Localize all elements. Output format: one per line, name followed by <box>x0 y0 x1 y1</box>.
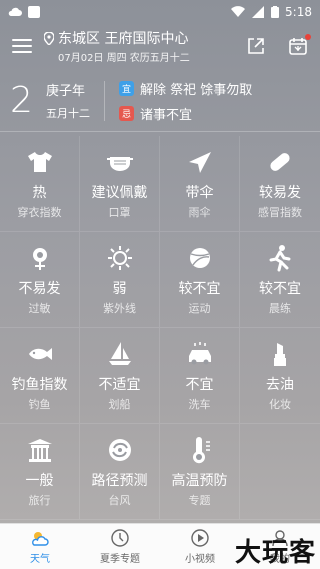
mask-icon <box>106 156 133 171</box>
ball-icon <box>189 247 210 268</box>
index-item-boating[interactable]: 不适宜 划船 <box>80 328 160 424</box>
yi-text: 解除 祭祀 馀事勿取 <box>140 82 253 98</box>
status-bar: 5:18 <box>0 0 320 24</box>
signal-icon <box>252 6 265 18</box>
summer-topic-icon <box>111 529 129 547</box>
umbrella-icon <box>188 151 211 173</box>
pill-icon <box>270 152 290 171</box>
index-item-umbrella[interactable]: 带伞 雨伞 <box>160 136 240 232</box>
temple-icon <box>27 438 52 462</box>
index-item-morning-exercise[interactable]: 较不宜 晨练 <box>240 232 320 328</box>
ji-text: 诸事不宜 <box>140 107 193 123</box>
life-index-grid: 热 穿衣指数 建议佩戴 口罩 带伞 雨伞 较易发 感冒指数 不易发 过敏 弱 紫… <box>0 136 320 520</box>
sailboat-icon <box>108 341 131 365</box>
calendar-icon[interactable] <box>288 34 311 56</box>
yi-tag: 宜 <box>119 80 134 96</box>
tshirt-icon <box>27 151 52 172</box>
location-block[interactable]: 东城区 王府国际中心 07月02日 周四 农历五月十二 <box>44 28 190 64</box>
divider <box>104 80 105 121</box>
index-item-makeup[interactable]: 去油 化妆 <box>240 328 320 424</box>
index-item-clothing[interactable]: 热 穿衣指数 <box>0 136 80 232</box>
index-item-travel[interactable]: 一般 旅行 <box>0 424 80 520</box>
index-item-fishing[interactable]: 钓鱼指数 钓鱼 <box>0 328 80 424</box>
flower-icon <box>32 247 47 270</box>
index-item-mask[interactable]: 建议佩戴 口罩 <box>80 136 160 232</box>
index-item-typhoon[interactable]: 路径预测 台风 <box>80 424 160 520</box>
ji-tag: 忌 <box>119 105 134 121</box>
battery-charging-icon <box>271 6 280 18</box>
index-item-empty <box>240 424 320 520</box>
lunar-date: 五月十二 <box>46 107 90 120</box>
thermometer-icon <box>192 436 210 463</box>
sun-icon <box>107 245 132 270</box>
menu-icon[interactable] <box>12 36 32 56</box>
status-time: 5:18 <box>285 5 312 19</box>
tab-short-video[interactable]: 小视频 <box>160 524 240 569</box>
weather-icon <box>32 532 49 546</box>
typhoon-icon <box>108 438 131 461</box>
location-pin-icon <box>44 31 54 45</box>
location-name: 东城区 王府国际中心 <box>58 31 189 47</box>
index-item-car-wash[interactable]: 不宜 洗车 <box>160 328 240 424</box>
video-icon <box>191 529 209 547</box>
index-item-sport[interactable]: 较不宜 运动 <box>160 232 240 328</box>
index-item-cold[interactable]: 较易发 感冒指数 <box>240 136 320 232</box>
day-number: 2 <box>10 80 33 121</box>
index-item-heat-prevention[interactable]: 高温预防 专题 <box>160 424 240 520</box>
watermark: 大玩客 <box>234 538 316 568</box>
tab-summer-topic[interactable]: 夏季专题 <box>80 524 160 569</box>
year-ganzhi: 庚子年 <box>46 84 86 99</box>
cloud-icon <box>8 7 22 16</box>
notification-dot <box>305 34 311 40</box>
tab-weather[interactable]: 天气 <box>0 524 80 569</box>
car-wash-icon <box>188 341 211 364</box>
index-item-uv[interactable]: 弱 紫外线 <box>80 232 160 328</box>
runner-icon <box>269 244 291 271</box>
fish-icon <box>28 347 52 360</box>
lipstick-icon <box>274 342 286 366</box>
almanac-card[interactable]: 2 庚子年 五月十二 宜 解除 祭祀 馀事勿取 忌 诸事不宜 <box>0 70 320 132</box>
wifi-icon <box>231 6 246 18</box>
index-item-allergy[interactable]: 不易发 过敏 <box>0 232 80 328</box>
date-line: 07月02日 周四 农历五月十二 <box>58 53 190 64</box>
share-icon[interactable] <box>246 36 266 56</box>
app-header: 东城区 王府国际中心 07月02日 周四 农历五月十二 <box>0 24 320 68</box>
app-notification-icon <box>28 6 40 18</box>
